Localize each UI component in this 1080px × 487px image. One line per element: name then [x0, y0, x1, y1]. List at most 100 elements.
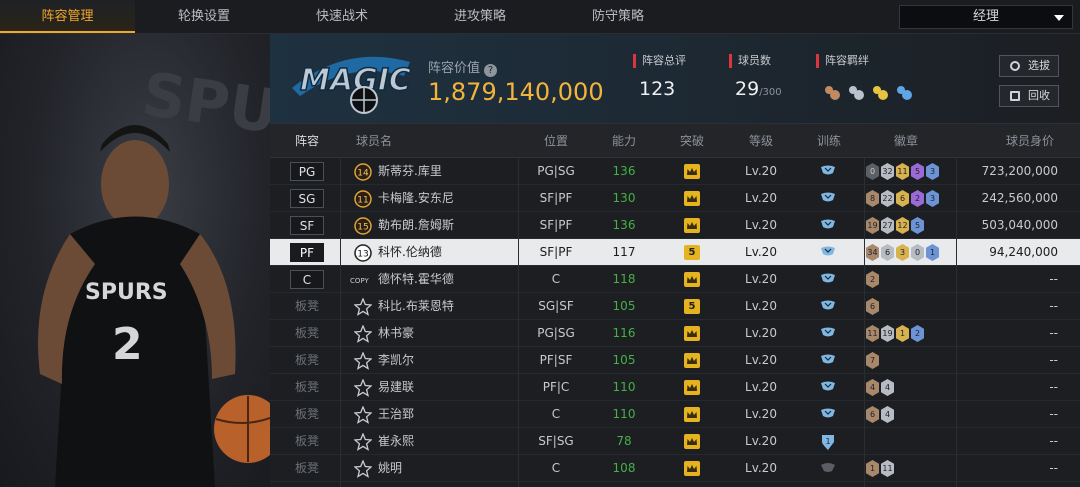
badge[interactable]: 8: [866, 190, 879, 207]
col-badges[interactable]: 徽章: [877, 124, 935, 158]
player-name[interactable]: 德怀特.霍华德: [378, 266, 454, 293]
tab-rotation[interactable]: 轮换设置: [135, 0, 273, 33]
col-lineup[interactable]: 阵容: [284, 124, 330, 158]
table-row[interactable]: SG 11 卡梅隆.安东尼 SF|PF 130 Lv.20 8 22 6 2 3 242,560,00…: [270, 185, 1080, 212]
col-breakthrough[interactable]: 突破: [663, 124, 721, 158]
badge[interactable]: 27: [881, 217, 894, 234]
training-cup-icon[interactable]: [819, 461, 837, 476]
lineup-slot[interactable]: 板凳: [290, 405, 324, 424]
badge[interactable]: 2: [866, 271, 879, 288]
breakthrough-crown-icon[interactable]: [684, 218, 700, 233]
col-ability[interactable]: 能力: [595, 124, 653, 158]
player-name[interactable]: 勒布朗.詹姆斯: [378, 212, 454, 239]
breakthrough-crown-icon[interactable]: [684, 191, 700, 206]
table-row[interactable]: 板凳 易建联 PF|C 110 Lv.20 4 4 --: [270, 374, 1080, 401]
tab-lineup[interactable]: 阵容管理: [0, 0, 135, 33]
table-row[interactable]: 板凳 科比.布莱恩特 SG|SF 105 5 Lv.20 6 --: [270, 293, 1080, 320]
lineup-slot[interactable]: C: [290, 270, 324, 289]
lineup-slot[interactable]: 板凳: [290, 351, 324, 370]
badge[interactable]: 12: [896, 217, 909, 234]
tab-offense[interactable]: 进攻策略: [411, 0, 549, 33]
lineup-slot[interactable]: 板凳: [290, 378, 324, 397]
breakthrough-crown-icon[interactable]: [684, 434, 700, 449]
player-name[interactable]: 李凯尔: [378, 347, 414, 374]
player-name[interactable]: 科比.布莱恩特: [378, 293, 454, 320]
player-name[interactable]: 崔永熙: [378, 428, 414, 455]
badge[interactable]: 6: [866, 406, 879, 423]
badge[interactable]: 3: [896, 244, 909, 261]
badge[interactable]: 2: [911, 190, 924, 207]
col-level[interactable]: 等级: [731, 124, 791, 158]
badge[interactable]: 11: [881, 460, 894, 477]
badge[interactable]: 1: [866, 460, 879, 477]
chemistry-gold-icon[interactable]: [870, 83, 890, 103]
player-name[interactable]: 林书豪: [378, 320, 414, 347]
chemistry-bronze-icon[interactable]: [822, 83, 842, 103]
table-row[interactable]: PF 13 科怀.伦纳德 SF|PF 117 5 Lv.20 34 6 3 0 1 94,240,000: [270, 239, 1080, 266]
table-row[interactable]: PG 14 斯蒂芬.库里 PG|SG 136 Lv.20 0 32 11 5 3 723,200,00…: [270, 158, 1080, 185]
breakthrough-crown-icon[interactable]: [684, 272, 700, 287]
col-salary[interactable]: 球员身价: [990, 124, 1070, 158]
select-button[interactable]: 选拔: [999, 55, 1059, 77]
badge[interactable]: 19: [881, 325, 894, 342]
table-row[interactable]: SF 15 勒布朗.詹姆斯 SF|PF 136 Lv.20 19 27 12 5 503,040,0…: [270, 212, 1080, 239]
training-cup-icon[interactable]: [819, 407, 837, 422]
badge[interactable]: 11: [866, 325, 879, 342]
training-shield-icon[interactable]: 1: [819, 434, 837, 450]
breakthrough-crown-icon[interactable]: [684, 407, 700, 422]
table-row[interactable]: 板凳 王治郅 C 110 Lv.20 6 4 --: [270, 401, 1080, 428]
badge[interactable]: 2: [911, 325, 924, 342]
badge[interactable]: 5: [911, 163, 924, 180]
col-position[interactable]: 位置: [526, 124, 586, 158]
col-name[interactable]: 球员名: [344, 124, 404, 158]
help-icon[interactable]: ?: [484, 64, 498, 77]
player-name[interactable]: 王治郅: [378, 401, 414, 428]
lineup-slot[interactable]: SF: [290, 216, 324, 235]
lineup-slot[interactable]: PF: [290, 243, 324, 262]
badge[interactable]: 0: [911, 244, 924, 261]
badge[interactable]: 1: [926, 244, 939, 261]
lineup-slot[interactable]: 板凳: [290, 432, 324, 451]
player-name[interactable]: 科怀.伦纳德: [378, 239, 442, 266]
badge[interactable]: 32: [881, 163, 894, 180]
training-cup-icon[interactable]: [819, 272, 837, 287]
table-row[interactable]: 板凳 崔永熙 SF|SG 78 Lv.20 1 --: [270, 428, 1080, 455]
breakthrough-crown-icon[interactable]: [684, 164, 700, 179]
badge[interactable]: 3: [926, 190, 939, 207]
player-name[interactable]: 卡梅隆.安东尼: [378, 185, 454, 212]
table-row[interactable]: 板凳 林书豪 PG|SG 116 Lv.20 11 19 1 2 --: [270, 320, 1080, 347]
training-cup-icon[interactable]: [819, 326, 837, 341]
badge[interactable]: 6: [896, 190, 909, 207]
col-training[interactable]: 训练: [800, 124, 858, 158]
badge[interactable]: 22: [881, 190, 894, 207]
training-cup-icon[interactable]: [819, 245, 837, 260]
training-cup-icon[interactable]: [819, 380, 837, 395]
training-cup-icon[interactable]: [819, 299, 837, 314]
badge[interactable]: 4: [881, 406, 894, 423]
badge[interactable]: 3: [926, 163, 939, 180]
chemistry-silver-icon[interactable]: [846, 83, 866, 103]
lineup-slot[interactable]: 板凳: [290, 324, 324, 343]
badge[interactable]: 0: [866, 163, 879, 180]
breakthrough-level[interactable]: 5: [684, 299, 700, 314]
badge[interactable]: 11: [896, 163, 909, 180]
breakthrough-crown-icon[interactable]: [684, 380, 700, 395]
player-name[interactable]: 斯蒂芬.库里: [378, 158, 442, 185]
breakthrough-level[interactable]: 5: [684, 245, 700, 260]
badge[interactable]: 5: [911, 217, 924, 234]
training-cup-icon[interactable]: [819, 218, 837, 233]
table-row[interactable]: 板凳 姚明 C 108 Lv.20 1 11 --: [270, 455, 1080, 482]
table-row[interactable]: C COPY 德怀特.霍华德 C 118 Lv.20 2 --: [270, 266, 1080, 293]
breakthrough-crown-icon[interactable]: [684, 461, 700, 476]
recycle-button[interactable]: 回收: [999, 85, 1059, 107]
badge[interactable]: 19: [866, 217, 879, 234]
lineup-slot[interactable]: PG: [290, 162, 324, 181]
training-cup-icon[interactable]: [819, 164, 837, 179]
lineup-slot[interactable]: 板凳: [290, 297, 324, 316]
player-name[interactable]: 姚明: [378, 455, 402, 482]
badge[interactable]: 7: [866, 352, 879, 369]
chemistry-blue-icon[interactable]: [894, 83, 914, 103]
player-name[interactable]: 易建联: [378, 374, 414, 401]
training-cup-icon[interactable]: [819, 353, 837, 368]
badge[interactable]: 34: [866, 244, 879, 261]
